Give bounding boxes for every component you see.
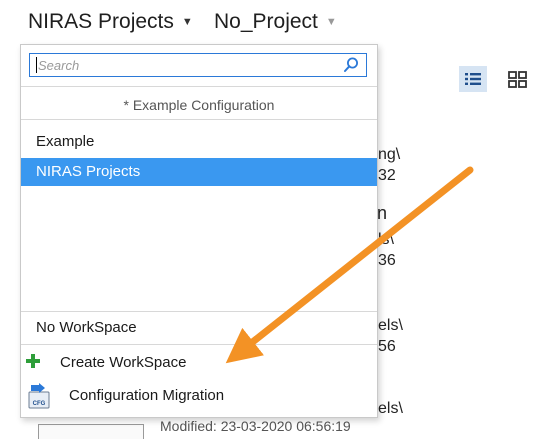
configuration-group-header: * Example Configuration: [123, 97, 275, 113]
dropdown-item-example[interactable]: Example: [21, 128, 377, 156]
search-input[interactable]: [30, 54, 338, 76]
search-icon[interactable]: [342, 56, 360, 74]
list-view-icon: [465, 73, 481, 85]
create-workspace-label: Create WorkSpace: [60, 354, 187, 371]
bg-path-fragment: ls\: [378, 231, 394, 248]
configuration-migration-button[interactable]: CFG Configuration Migration: [21, 381, 377, 417]
bg-thumbnail: [38, 424, 144, 439]
configuration-migration-label: Configuration Migration: [69, 387, 225, 404]
divider: [21, 311, 377, 312]
configuration-dropdown: * Example Configuration Example NIRAS Pr…: [20, 44, 378, 418]
divider: [21, 344, 377, 345]
cfg-badge-text: CFG: [33, 401, 46, 407]
bg-path-fragment: ng\: [378, 146, 401, 163]
dropdown-item-niras-projects[interactable]: NIRAS Projects: [21, 158, 377, 186]
divider: [21, 86, 377, 87]
divider: [21, 119, 377, 120]
grid-view-button[interactable]: [505, 68, 533, 94]
search-box[interactable]: [29, 53, 367, 77]
list-view-button[interactable]: [459, 66, 487, 92]
bg-title-fragment: n: [377, 203, 388, 223]
bg-number-fragment: 56: [378, 338, 396, 355]
grid-view-icon: [508, 71, 527, 88]
project-selector-label: No_Project: [214, 10, 318, 33]
top-bar: NIRAS Projects ▼ No_Project ▼: [0, 0, 548, 48]
create-workspace-button[interactable]: Create WorkSpace: [21, 347, 377, 379]
chevron-down-icon: ▼: [325, 16, 337, 28]
bg-path-fragment: els\: [378, 317, 403, 334]
bg-path-fragment: els\: [378, 400, 403, 417]
configuration-selector-label: NIRAS Projects: [28, 10, 174, 33]
bg-number-fragment: 32: [378, 167, 396, 184]
configuration-selector[interactable]: NIRAS Projects ▼: [28, 10, 193, 34]
cfg-migration-icon: CFG: [28, 383, 50, 409]
plus-icon: [26, 354, 40, 368]
project-selector[interactable]: No_Project ▼: [214, 10, 337, 34]
dropdown-item-no-workspace[interactable]: No WorkSpace: [21, 314, 377, 342]
chevron-down-icon: ▼: [181, 16, 193, 28]
bg-number-fragment: 36: [378, 252, 396, 269]
bg-modified-text: Modified: 23-03-2020 06:56:19: [160, 418, 351, 434]
